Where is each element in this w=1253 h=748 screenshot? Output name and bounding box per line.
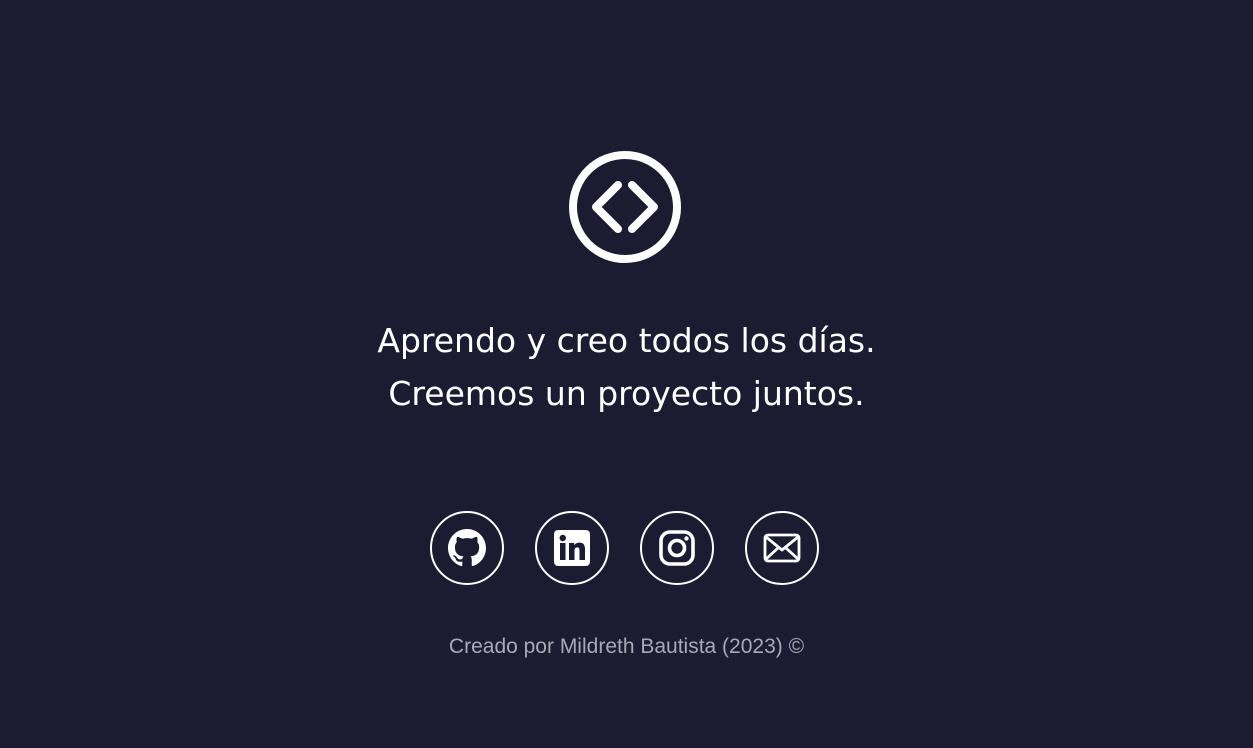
email-link[interactable]	[745, 511, 819, 585]
instagram-link[interactable]	[640, 511, 714, 585]
linkedin-icon	[554, 530, 590, 566]
mail-icon	[763, 533, 801, 563]
code-brackets-icon	[568, 150, 682, 264]
tagline-line-2: Creemos un proyecto juntos.	[388, 374, 865, 413]
linkedin-link[interactable]	[535, 511, 609, 585]
github-icon	[448, 529, 486, 567]
site-footer: Aprendo y creo todos los días. Creemos u…	[0, 0, 1253, 748]
instagram-icon	[658, 529, 696, 567]
tagline-line-1: Aprendo y creo todos los días.	[377, 321, 876, 360]
social-links	[430, 511, 819, 585]
github-link[interactable]	[430, 511, 504, 585]
copyright-credit: Creado por Mildreth Bautista (2023) ©	[448, 635, 805, 658]
